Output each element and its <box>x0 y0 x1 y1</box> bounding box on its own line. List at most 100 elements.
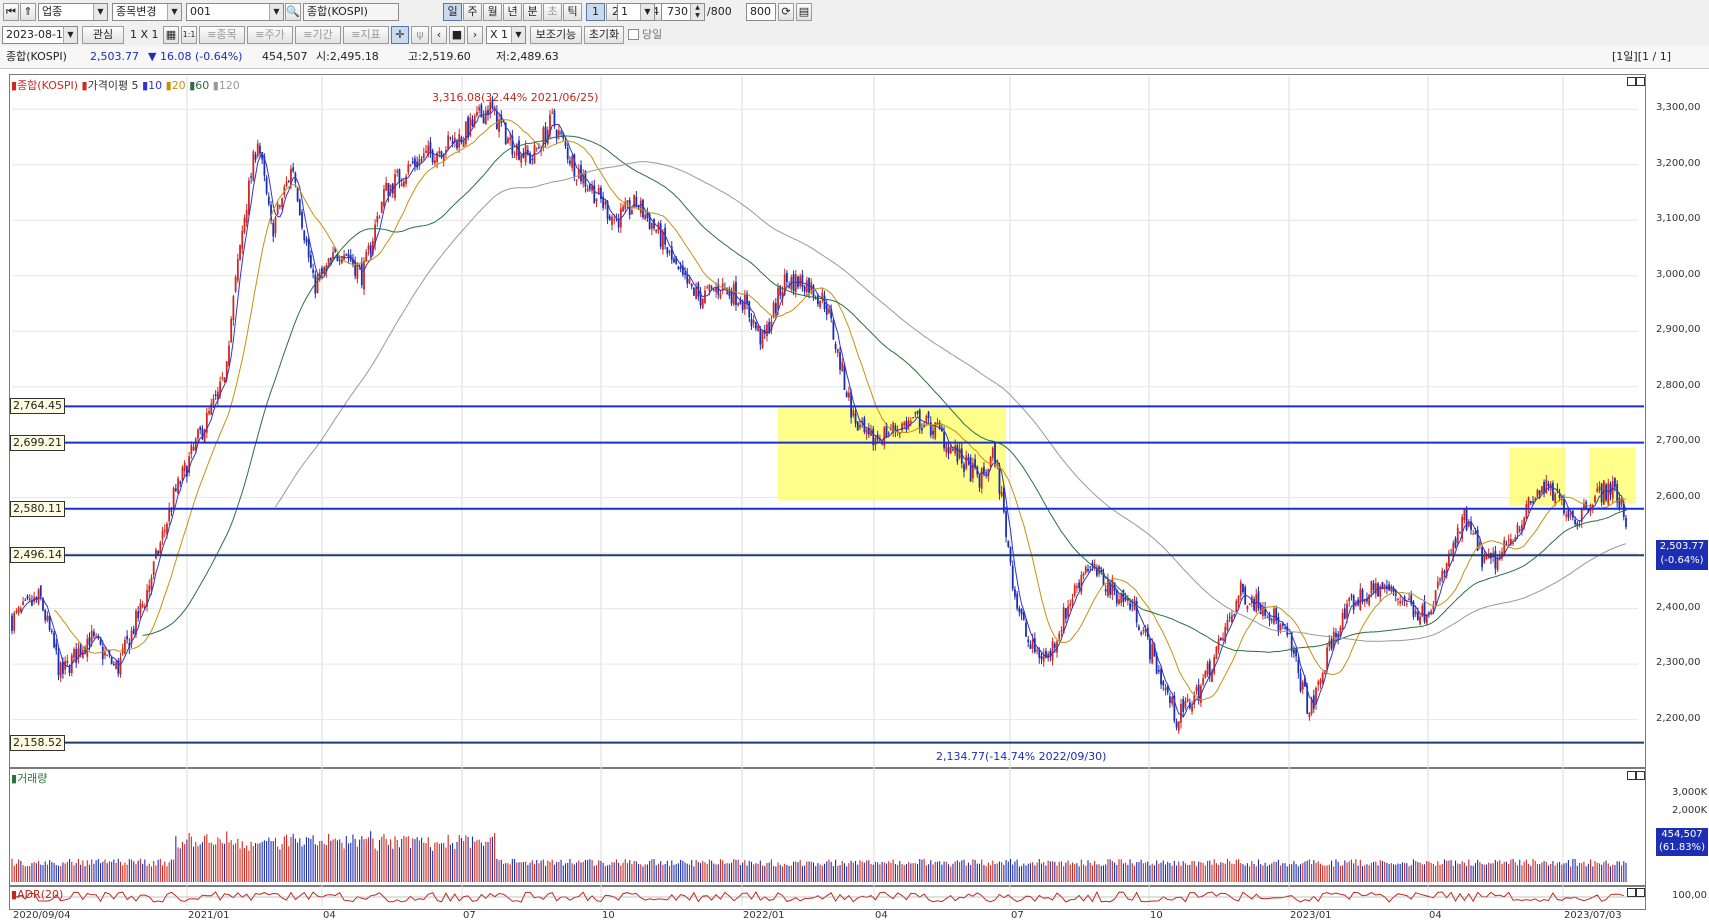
candle-body <box>1552 483 1554 501</box>
candle-body <box>1288 633 1291 635</box>
candle-body <box>190 445 193 455</box>
candle-body <box>75 649 78 663</box>
candle-body <box>88 637 91 645</box>
candle-body <box>719 294 722 298</box>
candle-body <box>1284 628 1286 630</box>
candle-body <box>626 200 629 203</box>
candle-body <box>360 262 363 286</box>
candle-body <box>1545 479 1548 494</box>
candle-body <box>1308 712 1311 718</box>
candle-body <box>272 222 275 237</box>
panel-close-icon[interactable] <box>1636 888 1645 897</box>
panel-minimize-icon[interactable] <box>1627 77 1636 86</box>
candle-body <box>520 154 523 163</box>
candle-body <box>832 320 835 340</box>
candle-body <box>1343 608 1346 619</box>
candle-body <box>267 196 270 205</box>
candle-body <box>396 170 399 173</box>
candle-body <box>914 412 917 414</box>
candle-body <box>1516 525 1519 534</box>
candle-body <box>925 416 928 423</box>
candle-body <box>655 229 658 233</box>
price-axis-tick: 3,200,00 <box>1656 157 1701 169</box>
candle-body <box>1029 644 1032 649</box>
candle-body <box>679 266 682 269</box>
candle-body <box>936 422 939 424</box>
candle-body <box>55 643 58 651</box>
candle-body <box>433 160 436 164</box>
candle-body <box>1080 574 1083 593</box>
price-axis-tick: 3,100,00 <box>1656 213 1701 225</box>
candle-body <box>1474 532 1477 535</box>
candle-body <box>1596 488 1599 492</box>
candle-body <box>932 430 934 435</box>
candle-body <box>152 561 155 575</box>
chart-canvas[interactable] <box>0 0 1709 924</box>
candle-body <box>859 424 861 428</box>
candle-body <box>1045 651 1047 658</box>
candle-body <box>1540 486 1543 493</box>
candle-body <box>1135 600 1138 623</box>
candle-body <box>101 646 104 660</box>
candle-body <box>281 197 284 208</box>
candle-body <box>1293 649 1295 654</box>
candle-body <box>464 121 467 145</box>
candle-body <box>1301 681 1304 690</box>
candle-body <box>797 276 799 288</box>
candle-body <box>1219 637 1222 641</box>
candle-body <box>551 113 554 115</box>
candle-body <box>456 141 458 149</box>
candle-body <box>1053 643 1056 648</box>
price-axis-tick: 2,800,00 <box>1656 379 1701 391</box>
candle-body <box>1428 612 1430 614</box>
candle-body <box>575 179 578 181</box>
candle-body <box>989 456 992 467</box>
candle-body <box>141 604 144 608</box>
candle-body <box>1346 603 1348 619</box>
candle-body <box>478 107 481 111</box>
candle-body <box>174 488 177 492</box>
candle-body <box>407 164 410 173</box>
candle-body <box>1239 581 1242 597</box>
candle-body <box>278 205 281 207</box>
panel-minimize-icon[interactable] <box>1627 771 1636 780</box>
candle-body <box>99 640 102 645</box>
candle-body <box>1463 509 1466 521</box>
candle-body <box>805 280 808 293</box>
hline-label: 2,580.11 <box>10 500 65 517</box>
candle-body <box>958 448 961 459</box>
panel-close-icon[interactable] <box>1636 771 1645 780</box>
candle-body <box>208 410 210 414</box>
candle-body <box>274 217 277 234</box>
candle-body <box>221 377 224 379</box>
candle-body <box>983 466 985 474</box>
candle-body <box>110 657 113 665</box>
candle-body <box>414 158 416 167</box>
candle-body <box>39 585 42 597</box>
candle-body <box>62 661 64 674</box>
candle-body <box>1129 603 1131 610</box>
candle-body <box>1233 614 1236 616</box>
candle-body <box>909 421 912 423</box>
candle-body <box>903 422 906 426</box>
candle-body <box>1171 697 1174 704</box>
candle-body <box>409 165 412 167</box>
date-axis-tick: 04 <box>323 910 336 921</box>
candle-body <box>155 549 157 559</box>
candle-body <box>1565 514 1568 517</box>
legend-ma-20: 20 <box>171 79 186 92</box>
candle-body <box>86 639 89 657</box>
candle-body <box>197 429 199 439</box>
panel-minimize-icon[interactable] <box>1627 888 1636 897</box>
candle-body <box>301 211 303 228</box>
candle-body <box>411 161 414 164</box>
panel-close-icon[interactable] <box>1636 77 1645 86</box>
candle-body <box>1600 483 1603 503</box>
candle-body <box>755 322 757 329</box>
candle-body <box>230 318 233 343</box>
candle-body <box>1162 681 1165 686</box>
candle-body <box>57 651 60 675</box>
candle-body <box>1270 619 1273 621</box>
candle-body <box>139 603 142 614</box>
candle-body <box>338 260 341 262</box>
